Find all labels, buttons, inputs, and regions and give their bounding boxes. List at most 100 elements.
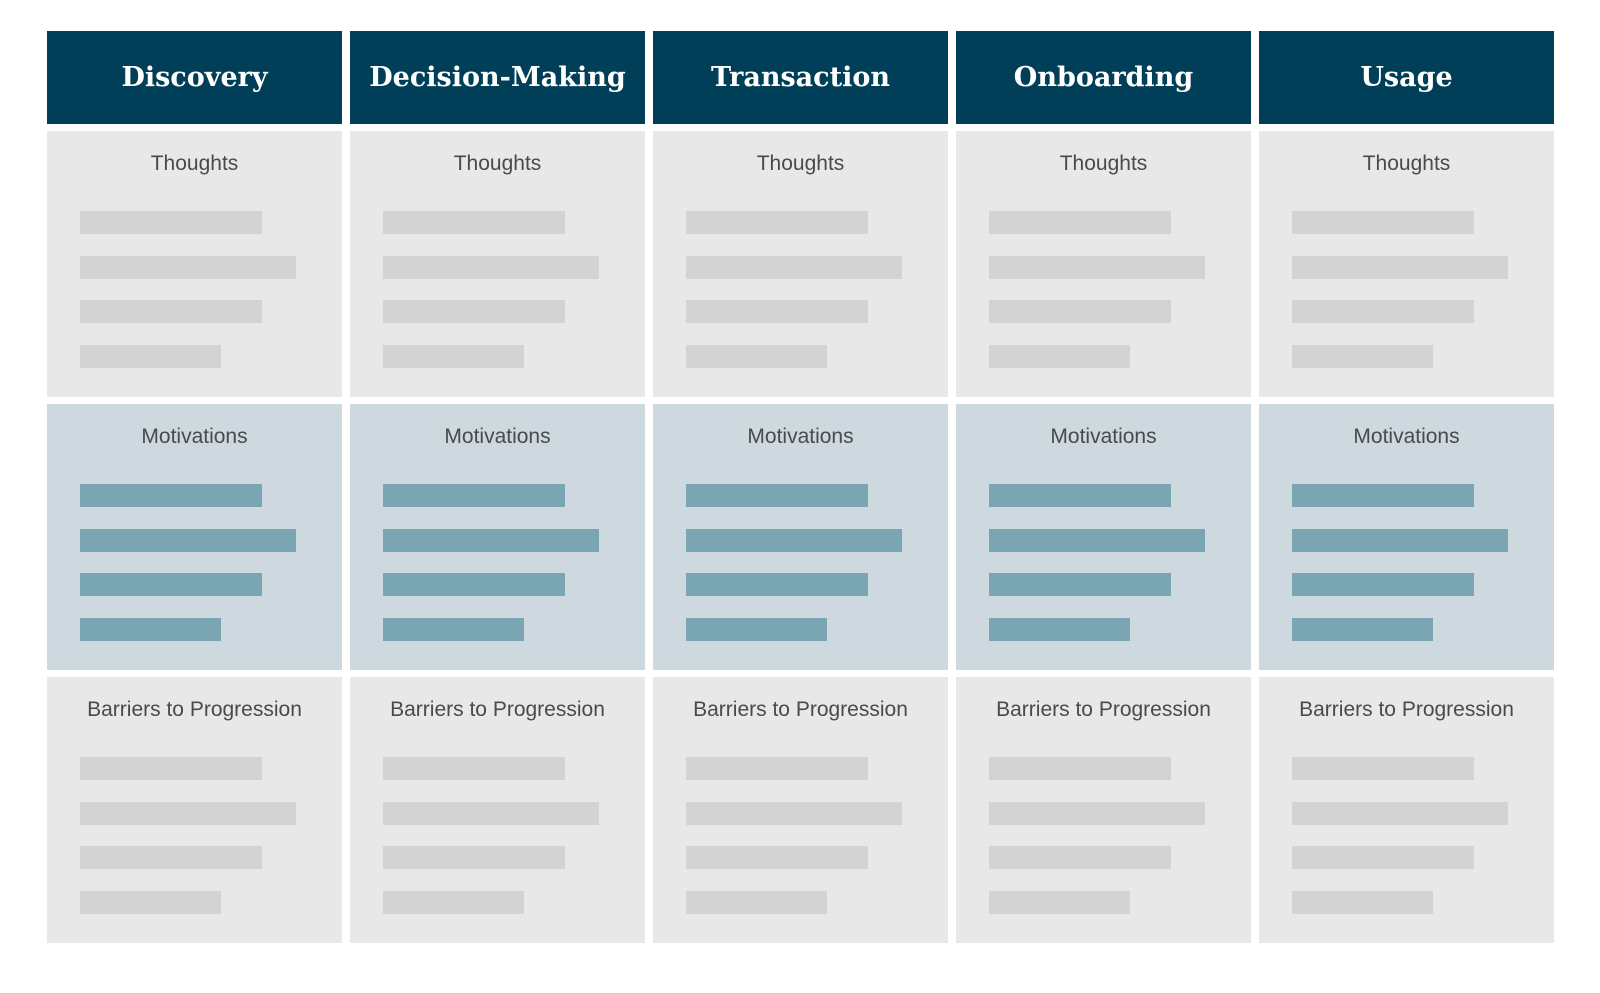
section-cell: Motivations [1259, 404, 1554, 670]
placeholder-text-line [383, 757, 565, 780]
placeholder-text-line [989, 617, 1130, 641]
placeholder-text-line [686, 846, 868, 869]
section-title: Motivations [1050, 425, 1157, 448]
placeholder-text-line [686, 528, 902, 552]
placeholder-text-line [1292, 484, 1474, 507]
placeholder-text-line [989, 890, 1130, 914]
placeholder-text-line [80, 801, 296, 825]
section-title: Motivations [444, 425, 551, 448]
placeholder-text-line [383, 617, 524, 641]
section-cell: Motivations [47, 404, 342, 670]
section-cell: Motivations [350, 404, 645, 670]
stage-header: Transaction [653, 31, 948, 124]
placeholder-text-line [383, 255, 599, 279]
section-title: Barriers to Progression [87, 698, 302, 721]
section-cell: Barriers to Progression [47, 677, 342, 943]
placeholder-text-line [80, 484, 262, 507]
section-title: Barriers to Progression [1299, 698, 1514, 721]
placeholder-text-line [686, 300, 868, 323]
section-title: Thoughts [150, 152, 239, 175]
placeholder-text-line [80, 846, 262, 869]
section-title: Barriers to Progression [996, 698, 1211, 721]
placeholder-text-line [686, 617, 827, 641]
section-title: Motivations [141, 425, 248, 448]
placeholder-text-line [686, 757, 868, 780]
placeholder-text-line [1292, 344, 1433, 368]
section-title: Motivations [747, 425, 854, 448]
stage-column: Onboarding Thoughts Motivations Barriers to… [956, 31, 1251, 943]
stage-column: Usage Thoughts Motivations Barriers to Prog… [1259, 31, 1554, 943]
placeholder-text-line [1292, 801, 1508, 825]
section-cell: Barriers to Progression [1259, 677, 1554, 943]
placeholder-text-line [989, 255, 1205, 279]
placeholder-text-line [1292, 255, 1508, 279]
placeholder-text-line [1292, 846, 1474, 869]
placeholder-text-line [1292, 757, 1474, 780]
section-title: Barriers to Progression [390, 698, 605, 721]
placeholder-text-line [989, 484, 1171, 507]
placeholder-text-line [686, 573, 868, 596]
section-cell: Thoughts [350, 131, 645, 397]
section-title: Barriers to Progression [693, 698, 908, 721]
section-title: Motivations [1353, 425, 1460, 448]
placeholder-text-line [686, 890, 827, 914]
placeholder-text-line [686, 801, 902, 825]
section-cell: Thoughts [1259, 131, 1554, 397]
stage-header: Decision-Making [350, 31, 645, 124]
section-title: Thoughts [453, 152, 542, 175]
placeholder-text-line [80, 300, 262, 323]
section-title: Thoughts [1059, 152, 1148, 175]
section-cell: Motivations [653, 404, 948, 670]
placeholder-text-line [1292, 617, 1433, 641]
placeholder-text-line [686, 255, 902, 279]
placeholder-text-line [989, 573, 1171, 596]
placeholder-text-line [383, 484, 565, 507]
placeholder-text-line [383, 890, 524, 914]
placeholder-text-line [1292, 890, 1433, 914]
placeholder-text-line [383, 344, 524, 368]
placeholder-text-line [80, 573, 262, 596]
placeholder-text-line [80, 255, 296, 279]
placeholder-text-line [80, 890, 221, 914]
placeholder-text-line [383, 211, 565, 234]
placeholder-text-line [383, 846, 565, 869]
placeholder-text-line [686, 344, 827, 368]
section-cell: Thoughts [47, 131, 342, 397]
placeholder-text-line [686, 484, 868, 507]
placeholder-text-line [383, 573, 565, 596]
placeholder-text-line [383, 528, 599, 552]
section-cell: Barriers to Progression [956, 677, 1251, 943]
placeholder-text-line [80, 528, 296, 552]
section-title: Thoughts [1362, 152, 1451, 175]
placeholder-text-line [989, 801, 1205, 825]
placeholder-text-line [80, 344, 221, 368]
stage-header: Usage [1259, 31, 1554, 124]
section-cell: Thoughts [956, 131, 1251, 397]
placeholder-text-line [80, 757, 262, 780]
placeholder-text-line [1292, 211, 1474, 234]
section-title: Thoughts [756, 152, 845, 175]
section-cell: Barriers to Progression [653, 677, 948, 943]
placeholder-text-line [1292, 528, 1508, 552]
placeholder-text-line [686, 211, 868, 234]
placeholder-text-line [989, 528, 1205, 552]
placeholder-text-line [989, 211, 1171, 234]
placeholder-text-line [1292, 300, 1474, 323]
stage-column: Transaction Thoughts Motivations Barriers t… [653, 31, 948, 943]
section-cell: Barriers to Progression [350, 677, 645, 943]
stage-header: Discovery [47, 31, 342, 124]
placeholder-text-line [989, 757, 1171, 780]
placeholder-text-line [1292, 573, 1474, 596]
placeholder-text-line [989, 846, 1171, 869]
journey-map: Discovery Thoughts Motivations Barriers to … [47, 31, 1554, 943]
section-cell: Motivations [956, 404, 1251, 670]
stage-column: Discovery Thoughts Motivations Barriers to … [47, 31, 342, 943]
placeholder-text-line [989, 344, 1130, 368]
placeholder-text-line [989, 300, 1171, 323]
placeholder-text-line [80, 211, 262, 234]
stage-column: Decision-Making Thoughts Motivations Barrie… [350, 31, 645, 943]
placeholder-text-line [383, 300, 565, 323]
placeholder-text-line [383, 801, 599, 825]
section-cell: Thoughts [653, 131, 948, 397]
placeholder-text-line [80, 617, 221, 641]
